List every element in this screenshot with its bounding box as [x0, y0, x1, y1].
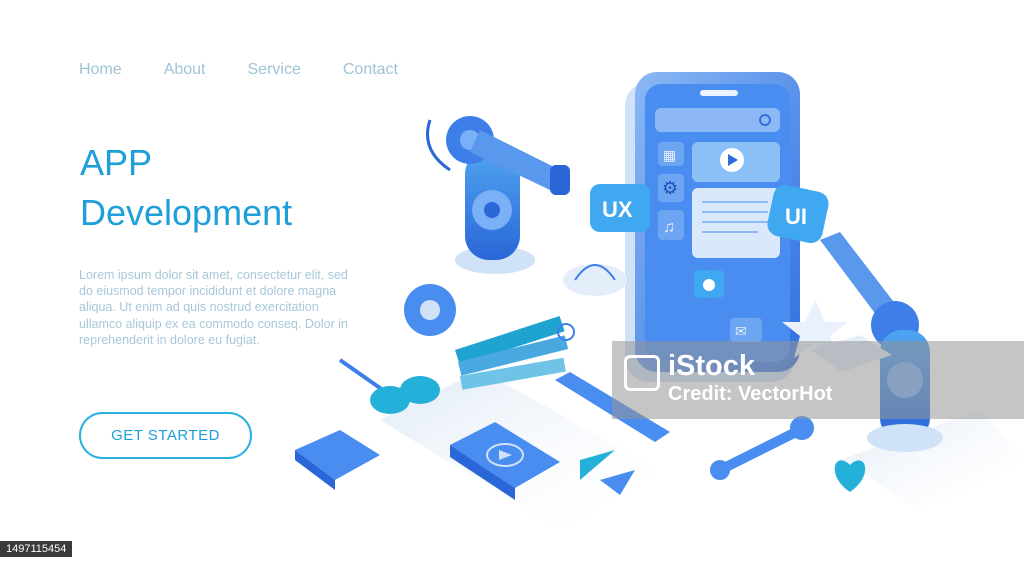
- mail-icon: ✉: [735, 323, 747, 339]
- app-development-illustration: ▦ ⚙ ♫ ✉ UX UI: [295, 72, 1024, 530]
- nav-home[interactable]: Home: [79, 61, 122, 79]
- get-started-button[interactable]: GET STARTED: [79, 412, 252, 459]
- ux-block: UX: [590, 184, 650, 232]
- title-line-1: APP: [80, 142, 153, 183]
- watermark-line-2: Credit: VectorHot: [668, 383, 833, 405]
- watermark-line-1: iStock: [668, 350, 756, 382]
- calendar-icon: ▦: [663, 147, 676, 163]
- nav-about[interactable]: About: [164, 61, 206, 79]
- gear-tool-icon: [404, 284, 456, 336]
- image-icon: [295, 430, 380, 490]
- ux-label: UX: [602, 197, 633, 222]
- page-title: APP Development: [80, 138, 292, 238]
- camera-icon: [703, 279, 715, 291]
- ui-label: UI: [785, 204, 807, 229]
- wrench-icon: [710, 416, 814, 480]
- gear-icon: ⚙: [662, 178, 678, 198]
- color-swatches-icon: [455, 316, 575, 390]
- watermark-logo: [624, 355, 660, 391]
- title-line-2: Development: [80, 192, 293, 233]
- heart-icon: [834, 460, 866, 492]
- robot-arm-left: [426, 116, 570, 274]
- image-id-badge: 1497115454: [0, 541, 73, 557]
- music-icon: ♫: [663, 219, 675, 236]
- bezier-curve-icon: [563, 264, 627, 296]
